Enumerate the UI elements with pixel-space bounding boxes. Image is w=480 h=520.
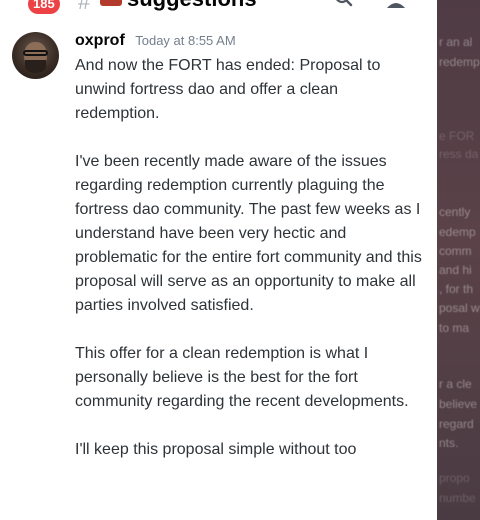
avatar-glasses (23, 50, 48, 56)
message-paragraph: I've been recently made aware of the iss… (75, 153, 422, 314)
side-text-fragment: propo (439, 471, 470, 485)
channel-hash-icon: # (78, 0, 91, 14)
side-text-fragment: to ma (439, 321, 470, 335)
side-text-fragment: posal w (439, 301, 480, 315)
side-text-fragment: and hi (439, 263, 472, 277)
message-paragraph: This offer for a clean redemption is wha… (75, 345, 409, 410)
username[interactable]: oxprof (75, 32, 125, 49)
message-list[interactable]: oxprof Today at 8:55 AM And now the FORT… (0, 24, 437, 520)
side-text-fragment: e FOR (439, 129, 475, 143)
brick-emoji-icon (100, 0, 122, 6)
side-text-fragment: regard (439, 417, 474, 431)
side-text-fragment: , for th (439, 282, 474, 296)
blurred-side-panel: r an al redemp e FOR ress da cently edem… (437, 0, 480, 520)
side-text-fragment: comm (439, 244, 472, 258)
member-list-icon[interactable] (385, 0, 407, 10)
side-text-fragment: numbe (439, 491, 476, 505)
discord-window: 185 # suggestions oxprof Today at 8:55 A… (0, 0, 480, 520)
side-text-fragment: cently (439, 205, 471, 219)
avatar[interactable] (12, 32, 59, 79)
side-text-fragment: ress da (439, 147, 479, 161)
message-content: And now the FORT has ended: Proposal to … (75, 54, 425, 486)
notification-badge[interactable]: 185 (28, 0, 60, 14)
avatar-beard (25, 60, 46, 73)
side-text-fragment: nts. (439, 436, 459, 450)
side-text-fragment: redemp (439, 55, 480, 69)
side-text-fragment: r an al (439, 35, 473, 49)
timestamp[interactable]: Today at 8:55 AM (135, 33, 235, 48)
search-icon[interactable] (333, 0, 355, 10)
channel-header: 185 # suggestions (0, 0, 437, 24)
message-header: oxprof Today at 8:55 AM (75, 32, 236, 50)
channel-name: suggestions (127, 0, 257, 12)
side-text-fragment: edemp (439, 225, 476, 239)
message-paragraph: And now the FORT has ended: Proposal to … (75, 57, 381, 122)
side-text-fragment: r a cle (439, 377, 472, 391)
message-paragraph: I'll keep this proposal simple without t… (75, 441, 357, 458)
side-text-fragment: believe (439, 397, 478, 411)
